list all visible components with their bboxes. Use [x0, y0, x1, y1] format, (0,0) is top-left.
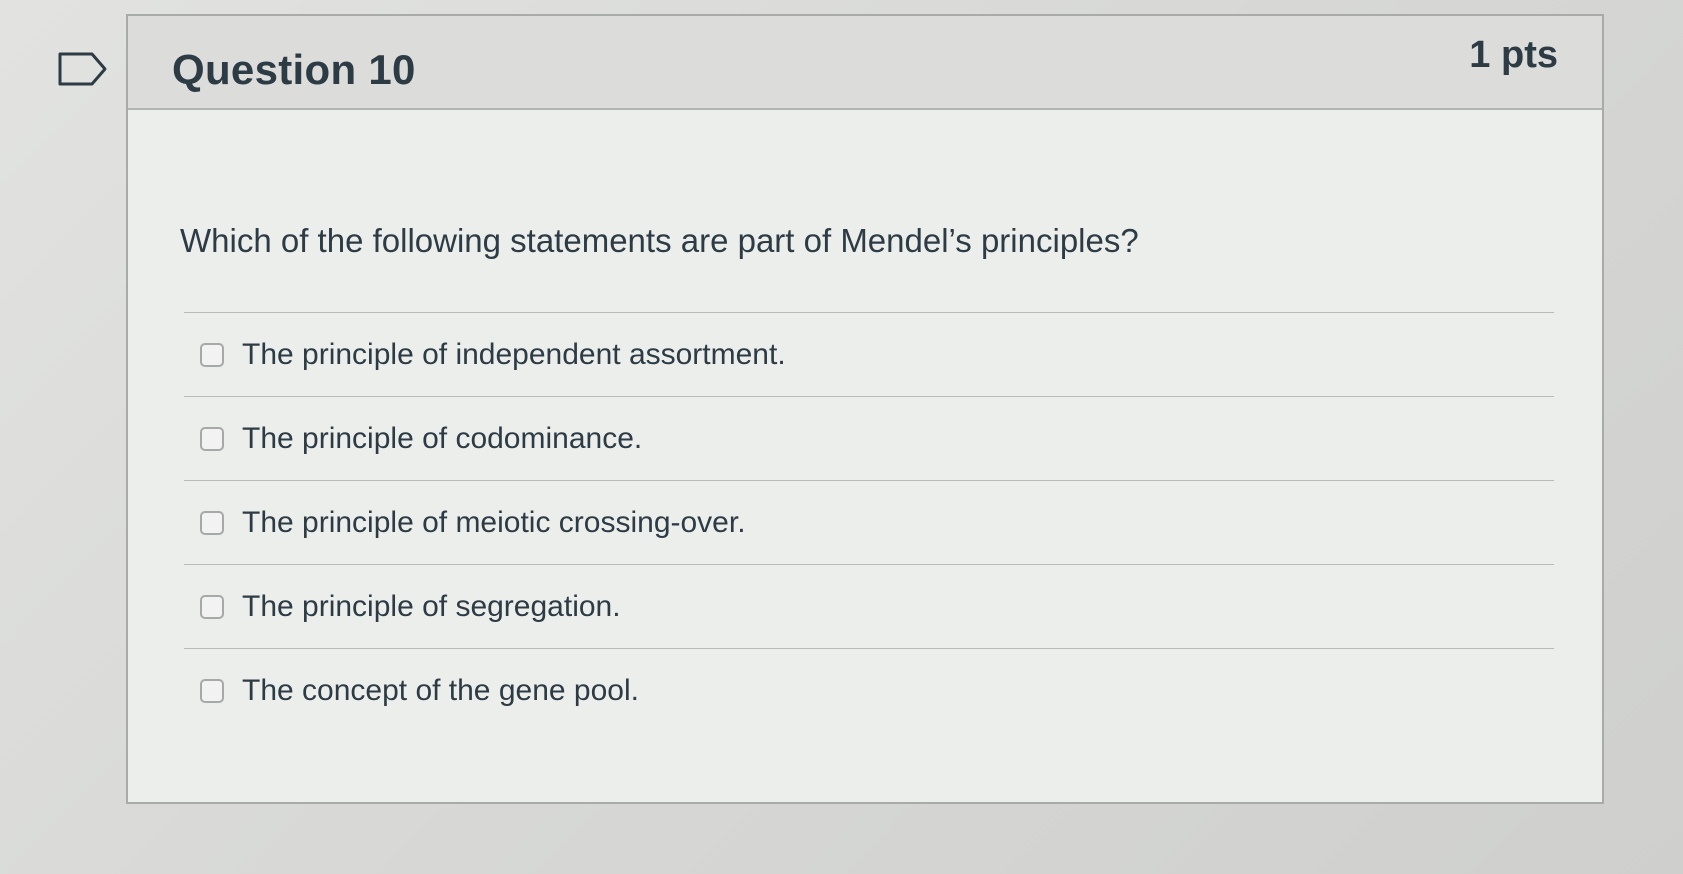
answer-checkbox[interactable]	[200, 342, 224, 367]
answer-list: The principle of independent assortment.…	[184, 312, 1554, 733]
answer-checkbox[interactable]	[200, 510, 224, 535]
answer-label: The principle of meiotic crossing-over.	[242, 505, 746, 539]
answer-option[interactable]: The principle of codominance.	[184, 397, 1554, 481]
flag-question-icon[interactable]	[58, 52, 108, 86]
question-text: Which of the following statements are pa…	[180, 222, 1139, 259]
answer-option[interactable]: The concept of the gene pool.	[184, 649, 1554, 733]
answer-checkbox[interactable]	[200, 594, 224, 619]
answer-option[interactable]: The principle of independent assortment.	[184, 313, 1554, 397]
question-card: Question 10 1 pts Which of the following…	[126, 14, 1604, 804]
answer-option[interactable]: The principle of segregation.	[184, 565, 1554, 649]
question-points: 1 pts	[1469, 34, 1558, 76]
answer-option[interactable]: The principle of meiotic crossing-over.	[184, 481, 1554, 565]
question-header: Question 10 1 pts	[128, 16, 1602, 110]
question-body: Which of the following statements are pa…	[128, 110, 1602, 802]
answer-checkbox[interactable]	[200, 426, 224, 451]
answer-checkbox[interactable]	[200, 679, 224, 703]
answer-label: The principle of segregation.	[242, 589, 621, 623]
answer-label: The concept of the gene pool.	[242, 674, 639, 707]
answer-label: The principle of independent assortment.	[242, 337, 786, 371]
answer-label: The principle of codominance.	[242, 421, 643, 455]
question-title: Question 10	[172, 46, 416, 93]
